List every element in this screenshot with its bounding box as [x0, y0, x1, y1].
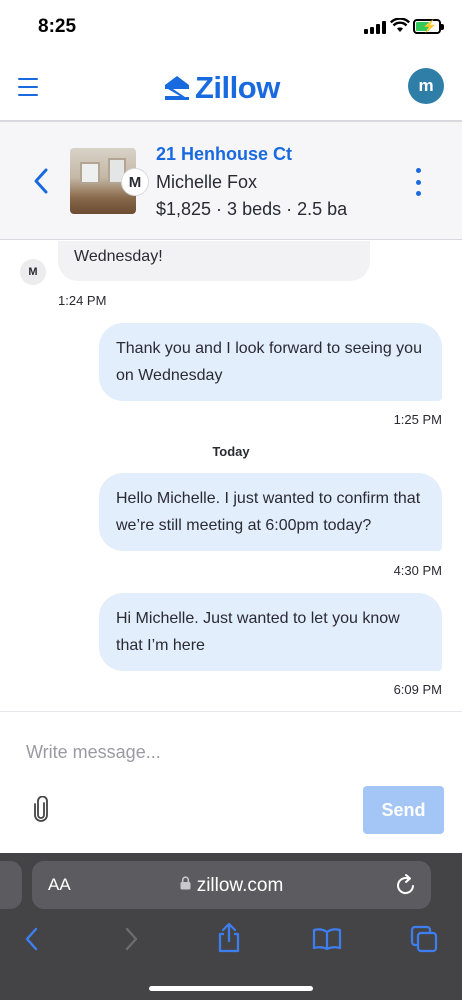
listing-header: 21 Henhouse Ct Michelle Fox $1,825 · 3 b… — [0, 122, 462, 240]
url-text: zillow.com — [196, 875, 284, 896]
listing-address[interactable]: 21 Henhouse Ct — [156, 144, 292, 165]
forward-arrow-icon[interactable] — [121, 925, 141, 953]
message-text: Hi Michelle. Just wanted to let you know… — [116, 610, 400, 654]
message-timestamp: 1:24 PM — [58, 293, 107, 308]
message-input[interactable] — [26, 742, 426, 763]
status-time: 8:25 — [38, 16, 77, 37]
listing-facts: $1,825 · 3 beds · 2.5 ba — [156, 199, 348, 219]
wifi-icon — [390, 18, 410, 32]
outgoing-message: Hi Michelle. Just wanted to let you know… — [99, 593, 442, 671]
message-timestamp: 4:30 PM — [393, 563, 442, 578]
tabs-icon[interactable] — [410, 925, 438, 953]
outgoing-message: Thank you and I look forward to seeing y… — [99, 323, 442, 401]
menu-icon[interactable] — [18, 78, 38, 96]
outgoing-message: Hello Michelle. I just wanted to confirm… — [99, 473, 442, 551]
address-bar[interactable]: AA zillow.com — [32, 861, 431, 909]
agent-avatar-badge: M — [121, 168, 149, 196]
message-timestamp: 6:09 PM — [393, 682, 442, 697]
incoming-message: Wednesday! — [58, 241, 370, 281]
back-chevron-icon[interactable] — [32, 167, 50, 195]
browser-toolbar: AA zillow.com — [0, 853, 462, 1000]
message-text: Thank you and I look forward to seeing y… — [116, 340, 422, 384]
bookmarks-icon[interactable] — [312, 927, 342, 951]
battery-icon: ⚡ — [413, 19, 444, 34]
status-bar: 8:25 ⚡ — [0, 0, 462, 56]
message-text: Hello Michelle. I just wanted to confirm… — [116, 490, 421, 534]
message-composer: Send — [0, 711, 462, 853]
lock-icon — [180, 876, 191, 890]
day-divider: Today — [212, 444, 250, 459]
attach-paperclip-icon[interactable] — [33, 796, 49, 822]
reload-icon[interactable] — [395, 873, 417, 897]
cellular-signal-icon — [364, 21, 386, 34]
back-arrow-icon[interactable] — [22, 925, 42, 953]
share-icon[interactable] — [216, 921, 242, 953]
url-display[interactable]: zillow.com — [32, 875, 431, 897]
send-button[interactable]: Send — [363, 786, 444, 834]
zillow-house-icon — [165, 76, 189, 100]
message-thread: Wednesday! M 1:24 PM Thank you and I loo… — [0, 241, 462, 711]
logo-text: Zillow — [195, 70, 280, 105]
more-options-icon[interactable] — [414, 168, 422, 196]
sender-avatar: M — [20, 259, 46, 285]
browser-nav-toolbar — [0, 921, 462, 961]
agent-name: Michelle Fox — [156, 172, 258, 192]
user-avatar[interactable]: m — [408, 68, 444, 104]
zillow-logo[interactable]: Zillow — [163, 70, 280, 106]
home-indicator — [149, 986, 313, 991]
message-timestamp: 1:25 PM — [393, 412, 442, 427]
previous-tab-preview[interactable] — [0, 861, 22, 909]
app-header: Zillow m — [0, 56, 462, 122]
